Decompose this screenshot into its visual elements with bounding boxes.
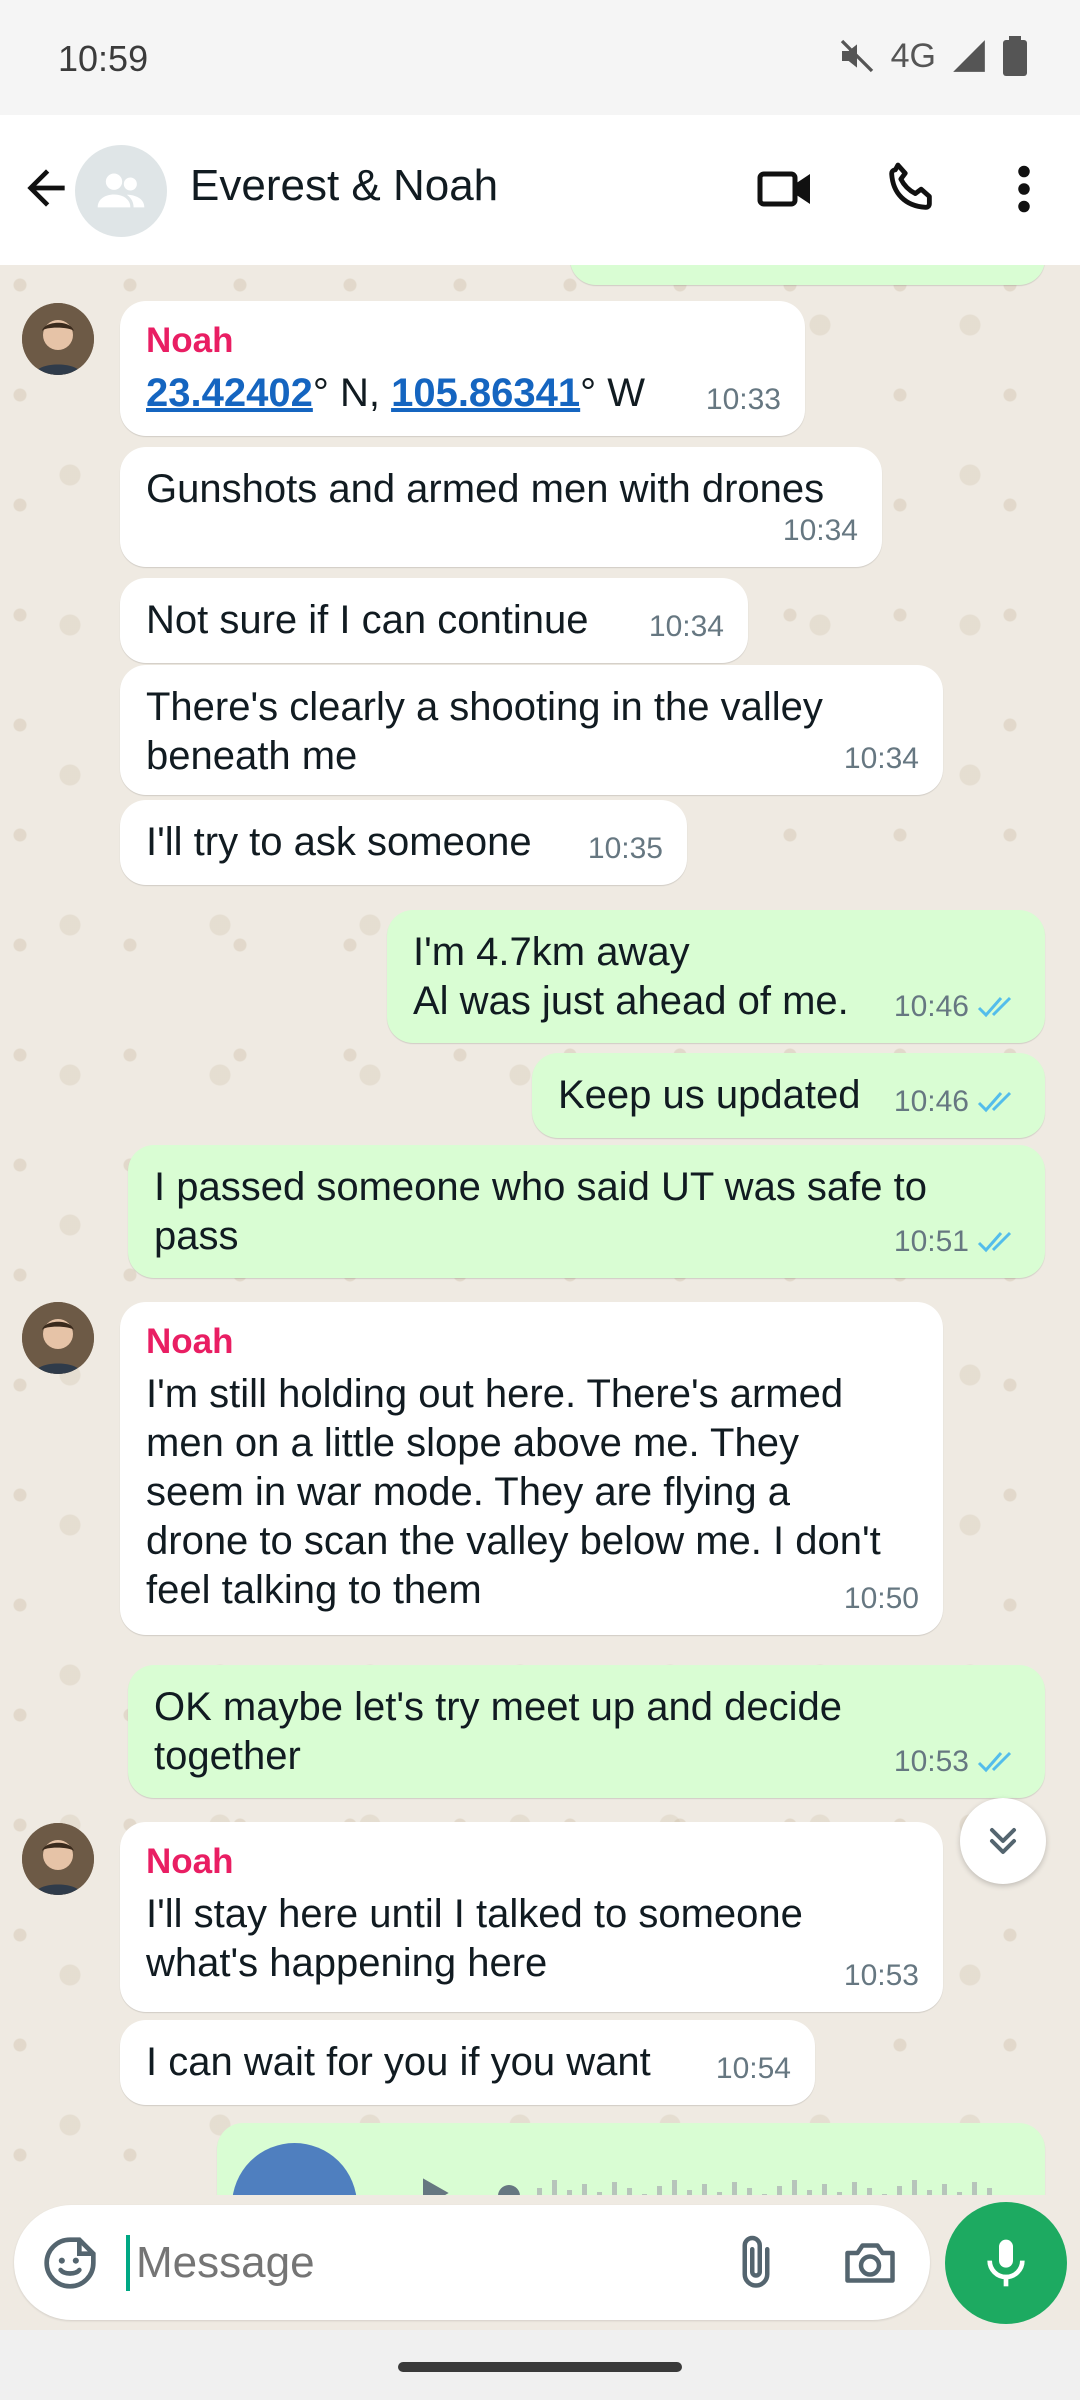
voice-call-icon[interactable] [882,159,940,217]
message-text: I can wait for you if you want [146,2040,651,2084]
message-incoming[interactable]: I'll try to ask someone 10:35 [120,800,687,885]
message-time: 10:50 [843,1582,919,1615]
group-avatar[interactable] [75,145,167,237]
message-text: Gunshots and armed men with drones [146,467,825,511]
network-label: 4G [890,36,936,75]
message-time: 10:51 [893,1225,969,1258]
message-outgoing[interactable]: I passed someone who said UT was safe to… [128,1145,1045,1278]
system-nav-bar [0,2330,1080,2400]
voice-message[interactable] [217,2123,1045,2195]
message-meta: 10:34 [844,734,919,783]
text-caret [126,2235,130,2291]
message-outgoing[interactable]: Keep us updated 10:46 [532,1053,1045,1138]
message-time: 10:34 [648,610,724,643]
status-icons: 4G [837,36,1028,76]
avatar-image [22,303,94,375]
avatar[interactable] [22,1302,94,1374]
voice-waveform [498,2180,992,2195]
message-partial-top [570,265,1045,285]
longitude-link[interactable]: 105.86341 [391,371,580,415]
attach-icon[interactable] [726,2233,786,2293]
group-avatar-icon [97,173,145,208]
message-input[interactable] [134,2227,698,2299]
message-meta: 10:51 [894,1217,1021,1266]
back-arrow-icon[interactable] [18,160,74,216]
message-time: 10:54 [715,2052,791,2085]
video-call-icon[interactable] [755,159,815,219]
double-check-icon [977,1231,1012,1252]
message-meta: 10:50 [844,1574,919,1623]
message-incoming[interactable]: Noah I'm still holding out here. There's… [120,1302,943,1635]
message-incoming[interactable]: Gunshots and armed men with drones 10:34 [120,447,882,567]
message-incoming[interactable]: There's clearly a shooting in the valley… [120,665,943,795]
message-text: I passed someone who said UT was safe to… [154,1165,928,1258]
message-time: 10:46 [893,1085,969,1118]
message-time: 10:34 [843,742,919,775]
message-text: Not sure if I can continue [146,598,589,642]
scroll-down-icon [989,1827,1017,1855]
message-incoming[interactable]: Not sure if I can continue 10:34 [120,578,748,663]
double-check-icon [977,1091,1012,1112]
message-meta: 10:34 [783,506,858,555]
sender-name: Noah [146,321,234,360]
message-input-box[interactable] [14,2205,930,2320]
message-meta: 10:35 [588,824,663,873]
chat-header: Everest & Noah [0,115,1080,265]
avatar[interactable] [22,303,94,375]
sticker-icon[interactable] [42,2235,98,2291]
mute-icon [840,39,873,73]
message-time: 10:33 [705,383,781,416]
signal-icon [953,40,985,72]
camera-icon[interactable] [840,2233,900,2293]
message-time: 10:34 [782,514,858,547]
message-text: I'm still holding out here. There's arme… [146,1372,881,1612]
mic-icon [987,2239,1025,2287]
message-meta: 10:34 [649,602,724,651]
message-meta: 10:33 [706,375,781,424]
longitude-suffix: ° W [580,371,646,415]
message-text: 23.42402° N, 105.86341° W [146,369,779,418]
message-text: I'll stay here until I talked to someone… [146,1892,803,1985]
message-meta: 10:54 [716,2044,791,2093]
message-meta: 10:53 [844,1951,919,2000]
sender-name: Noah [146,1322,234,1361]
status-bar: 10:59 4G [0,0,1080,115]
latitude-link[interactable]: 23.42402 [146,371,313,415]
message-time: 10:35 [587,832,663,865]
sender-name: Noah [146,1842,234,1881]
avatar-image [22,1823,94,1895]
home-handle[interactable] [398,2362,682,2372]
avatar[interactable] [22,1823,94,1895]
scroll-to-bottom-button[interactable] [960,1798,1046,1884]
message-incoming[interactable]: Noah I'll stay here until I talked to so… [120,1822,943,2012]
double-check-icon [977,1751,1012,1772]
battery-icon [1003,36,1027,76]
play-icon[interactable] [412,2171,456,2195]
avatar-image [22,1302,94,1374]
message-meta: 10:53 [894,1737,1021,1786]
message-outgoing[interactable]: I'm 4.7km away Al was just ahead of me. … [387,910,1045,1043]
more-options-icon[interactable] [1000,159,1048,219]
latitude-suffix: ° N, [312,371,392,415]
status-time: 10:59 [58,38,149,79]
message-incoming[interactable]: Noah 23.42402° N, 105.86341° W 10:33 [120,301,805,436]
message-text: OK maybe let's try meet up and decide to… [154,1685,842,1778]
chat-title[interactable]: Everest & Noah [190,161,498,211]
message-text: I'll try to ask someone [146,820,532,864]
composer [0,2195,1080,2330]
message-outgoing[interactable]: OK maybe let's try meet up and decide to… [128,1665,1045,1798]
double-check-icon [977,996,1012,1017]
mic-button[interactable] [945,2202,1067,2324]
message-time: 10:53 [843,1959,919,1992]
voice-thumbnail [232,2143,357,2195]
message-incoming[interactable]: I can wait for you if you want 10:54 [120,2020,815,2105]
chat-messages[interactable]: Noah 23.42402° N, 105.86341° W 10:33 Gun… [0,265,1080,2195]
message-time: 10:46 [893,990,969,1023]
message-time: 10:53 [893,1745,969,1778]
message-text: There's clearly a shooting in the valley… [146,685,823,778]
message-meta: 10:46 [894,982,1021,1031]
message-meta: 10:46 [894,1077,1021,1126]
